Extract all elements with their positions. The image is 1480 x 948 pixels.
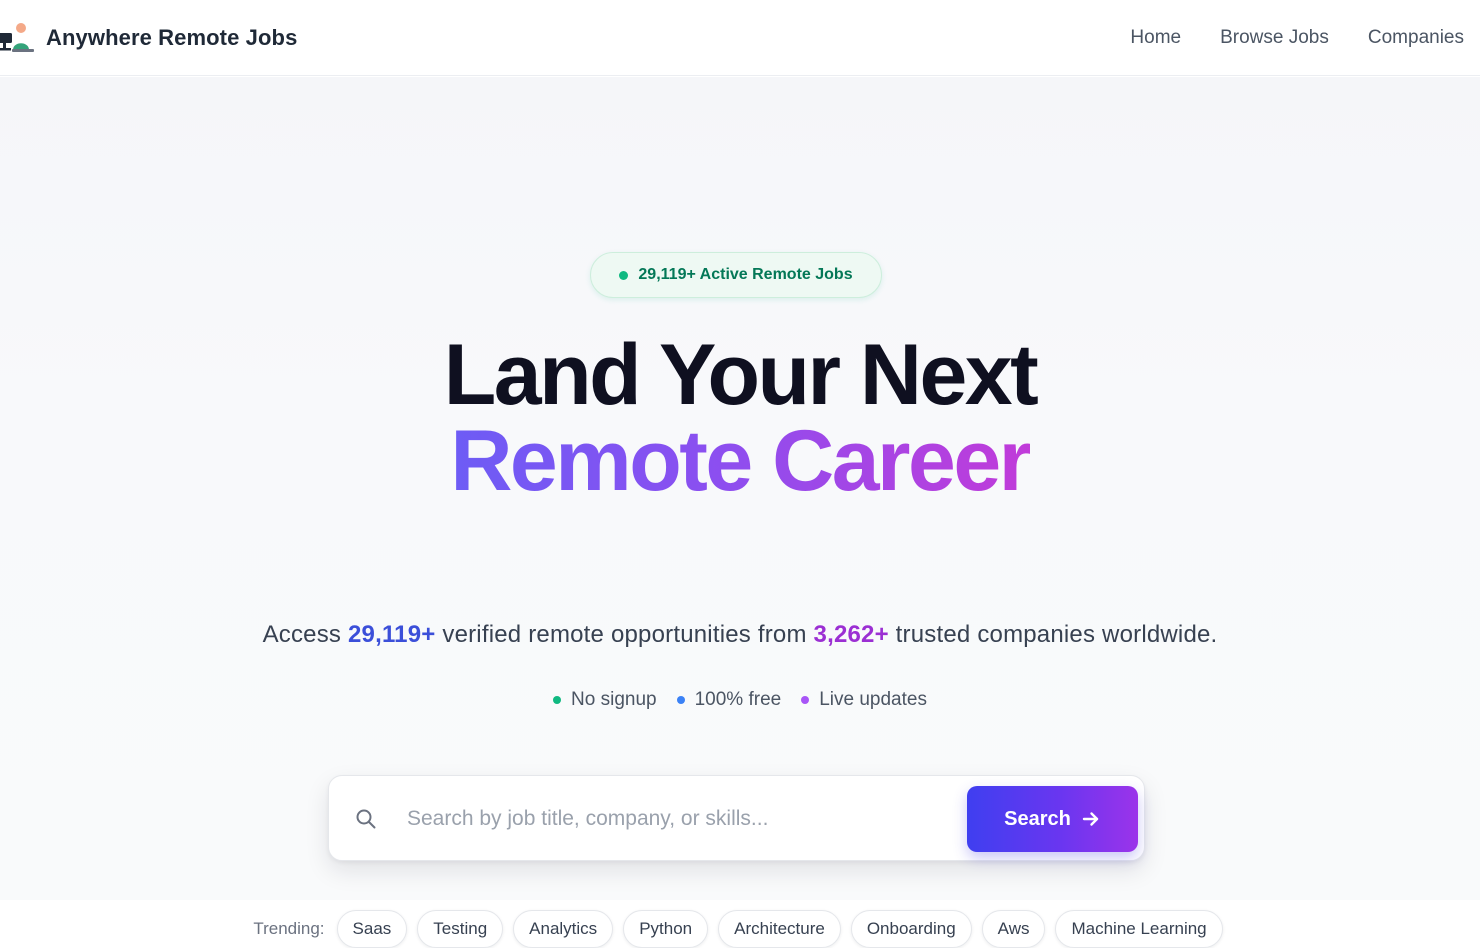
subtitle-suffix: trusted companies worldwide. xyxy=(888,621,1218,648)
trending-tag-analytics[interactable]: Analytics xyxy=(513,910,614,948)
companies-count: 3,262+ xyxy=(813,621,889,648)
nav-companies[interactable]: Companies xyxy=(1368,27,1464,49)
job-search-bar: Search xyxy=(328,775,1145,861)
trending-tag-architecture[interactable]: Architecture xyxy=(718,910,841,948)
status-dot-icon xyxy=(619,270,629,280)
search-icon xyxy=(356,809,376,829)
hero-section: 29,119+ Active Remote Jobs Land Your Nex… xyxy=(0,77,1480,948)
feature-label: No signup xyxy=(571,689,657,710)
blue-dot-icon xyxy=(676,696,685,704)
remote-workers-logo-icon xyxy=(0,22,34,52)
trending-label: Trending: xyxy=(253,919,325,938)
nav-browse-jobs[interactable]: Browse Jobs xyxy=(1220,27,1329,49)
trending-tag-python[interactable]: Python xyxy=(623,910,709,948)
trending-tag-machine-learning[interactable]: Machine Learning xyxy=(1055,910,1223,948)
search-button-label: Search xyxy=(1004,807,1071,830)
brand-name: Anywhere Remote Jobs xyxy=(46,24,298,50)
trending-tag-aws[interactable]: Aws xyxy=(981,910,1046,948)
active-jobs-badge: 29,119+ Active Remote Jobs xyxy=(590,252,882,298)
trending-tag-testing[interactable]: Testing xyxy=(417,910,504,948)
site-header: Anywhere Remote Jobs Home Browse Jobs Co… xyxy=(0,0,1480,76)
active-jobs-count: 29,119+ Active Remote Jobs xyxy=(638,266,853,283)
feature-label: 100% free xyxy=(694,689,782,710)
trending-tag-onboarding[interactable]: Onboarding xyxy=(850,910,972,948)
purple-dot-icon xyxy=(801,696,810,704)
feature-no-signup: No signup xyxy=(553,689,657,711)
hero-subtitle: Access 29,119+ verified remote opportuni… xyxy=(0,621,1480,649)
search-button[interactable]: Search xyxy=(967,786,1138,852)
nav-home[interactable]: Home xyxy=(1130,27,1181,49)
trending-tag-saas[interactable]: Saas xyxy=(336,910,408,948)
jobs-count: 29,119+ xyxy=(348,621,436,648)
feature-label: Live updates xyxy=(819,689,927,710)
feature-list: No signup 100% free Live updates xyxy=(0,689,1480,711)
green-dot-icon xyxy=(553,696,562,704)
brand-link[interactable]: Anywhere Remote Jobs xyxy=(0,0,297,76)
hero-headline: Land Your Next Remote Career xyxy=(0,332,1480,504)
headline-line-2: Remote Career xyxy=(450,413,1032,509)
feature-live-updates: Live updates xyxy=(801,689,927,711)
trending-tags: Trending: Saas Testing Analytics Python … xyxy=(0,910,1480,948)
main-nav: Home Browse Jobs Companies xyxy=(1130,27,1480,49)
search-input[interactable] xyxy=(405,796,965,842)
feature-free: 100% free xyxy=(676,689,782,711)
arrow-right-icon xyxy=(1082,812,1099,826)
subtitle-middle: verified remote opportunities from xyxy=(435,621,814,648)
subtitle-prefix: Access xyxy=(262,621,348,648)
headline-line-1: Land Your Next xyxy=(443,327,1039,423)
